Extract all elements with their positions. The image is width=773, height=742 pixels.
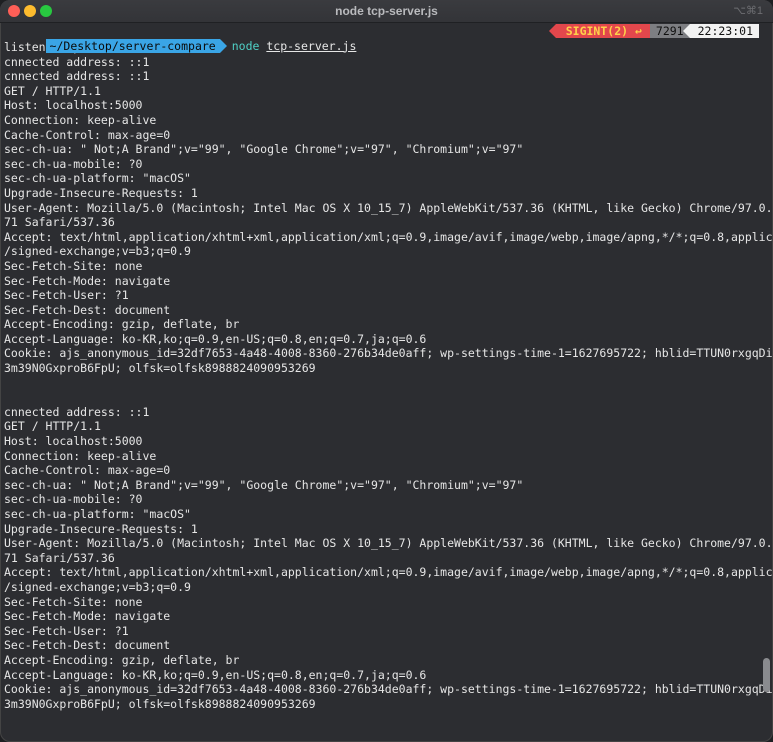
window-title: node tcp-server.js: [335, 4, 438, 18]
output-line: Sec-Fetch-Dest: document: [4, 302, 171, 317]
output-line: Sec-Fetch-Mode: navigate: [4, 273, 171, 288]
output-line: sec-ch-ua-mobile: ?0: [4, 156, 143, 171]
output-line: Sec-Fetch-Site: none: [4, 594, 143, 609]
output-line: Accept: text/html,application/xhtml+xml,…: [4, 565, 773, 580]
output-line: Host: localhost:5000: [4, 98, 143, 113]
window-shortcut-label: ⌥⌘1: [733, 5, 763, 17]
output-line: Upgrade-Insecure-Requests: 1: [4, 521, 198, 536]
prompt-argument: tcp-server.js: [266, 38, 357, 53]
output-line: GET / HTTP/1.1: [4, 419, 101, 434]
output-line: sec-ch-ua: " Not;A Brand";v="99", "Googl…: [4, 477, 524, 492]
output-line: Connection: keep-alive: [4, 112, 157, 127]
output-line: Cache-Control: max-age=0: [4, 463, 171, 478]
signal-status: SIGINT(2) ↩: [548, 24, 650, 38]
output-line: Sec-Fetch-Dest: document: [4, 638, 171, 653]
output-line: cnnected address: ::1: [4, 69, 150, 84]
output-line: Connection: keep-alive: [4, 448, 157, 463]
output-line: 71 Safari/537.36: [4, 550, 115, 565]
output-line: Accept-Encoding: gzip, deflate, br: [4, 317, 240, 332]
output-line: Accept-Encoding: gzip, deflate, br: [4, 652, 240, 667]
prompt-command: node: [231, 38, 260, 53]
output-line: Cookie: ajs_anonymous_id=32df7653-4a48-4…: [4, 346, 773, 361]
output-line: 3m39N0GxproB6FpU; olfsk=olfsk89888240909…: [4, 361, 316, 376]
output-line: Accept: text/html,application/xhtml+xml,…: [4, 229, 773, 244]
output-line: sec-ch-ua-mobile: ?0: [4, 492, 143, 507]
output-line: Accept-Language: ko-KR,ko;q=0.9,en-US;q=…: [4, 331, 427, 346]
output-line: Upgrade-Insecure-Requests: 1: [4, 185, 198, 200]
output-line: Cookie: ajs_anonymous_id=32df7653-4a48-4…: [4, 682, 773, 697]
output-line: sec-ch-ua-platform: "macOS": [4, 507, 191, 521]
output-line: /signed-exchange;v=b3;q=0.9: [4, 244, 191, 259]
output-line: 71 Safari/537.36: [4, 215, 115, 230]
output-line: cnnected address: ::1: [4, 54, 150, 69]
output-line: GET / HTTP/1.1: [4, 83, 101, 98]
output-line: Sec-Fetch-User: ?1: [4, 288, 129, 303]
output-line: Sec-Fetch-User: ?1: [4, 623, 129, 638]
terminal-window: node tcp-server.js ⌥⌘1 ~/Desktop/server-…: [0, 0, 773, 742]
prompt-path: ~/Desktop/server-compare: [45, 38, 227, 53]
output-line: Cache-Control: max-age=0: [4, 127, 171, 142]
output-line: User-Agent: Mozilla/5.0 (Macintosh; Inte…: [4, 536, 773, 551]
output-line: /signed-exchange;v=b3;q=0.9: [4, 579, 191, 594]
prompt-time: 22:23:01: [682, 24, 759, 38]
output-line: 3m39N0GxproB6FpU; olfsk=olfsk89888240909…: [4, 696, 316, 711]
title-bar[interactable]: node tcp-server.js ⌥⌘1: [0, 0, 773, 23]
terminal-output[interactable]: ~/Desktop/server-compare node tcp-server.…: [4, 24, 773, 742]
output-line: cnnected address: ::1: [4, 404, 150, 419]
output-line: Accept-Language: ko-KR,ko;q=0.9,en-US;q=…: [4, 667, 427, 682]
output-line: User-Agent: Mozilla/5.0 (Macintosh; Inte…: [4, 200, 773, 215]
output-line: Sec-Fetch-Site: none: [4, 258, 143, 273]
output-lines: listen on port 5000cnnected address: ::1…: [4, 40, 773, 711]
output-line: Sec-Fetch-Mode: navigate: [4, 609, 171, 624]
output-line: sec-ch-ua-platform: "macOS": [4, 171, 191, 186]
output-line: Host: localhost:5000: [4, 434, 143, 449]
prompt-line: ~/Desktop/server-compare node tcp-server.…: [4, 24, 759, 53]
right-prompt: SIGINT(2) ↩ 7291 22:23:01: [548, 24, 759, 38]
scrollbar-thumb[interactable]: [763, 658, 770, 692]
output-line: sec-ch-ua: " Not;A Brand";v="99", "Googl…: [4, 142, 524, 157]
